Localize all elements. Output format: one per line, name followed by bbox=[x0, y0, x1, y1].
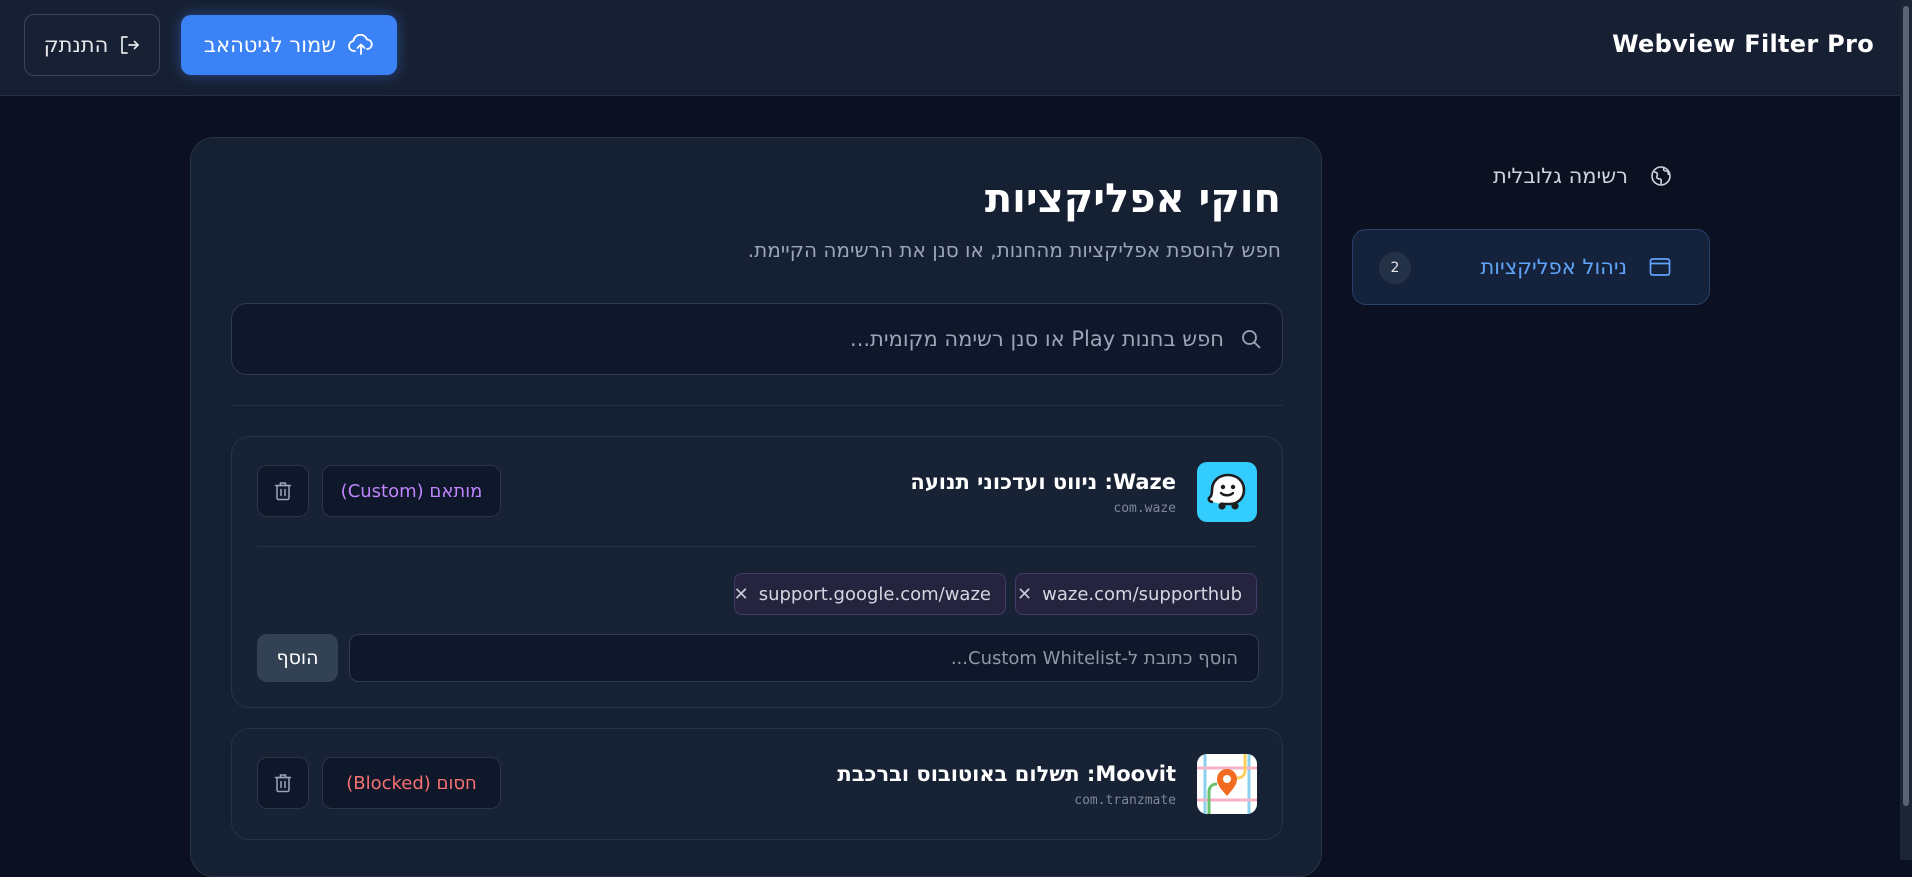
sidebar-item-label: רשימה גלובלית bbox=[1493, 164, 1628, 188]
app-brand: Webview Filter Pro bbox=[1612, 30, 1874, 58]
cloud-upload-icon bbox=[348, 34, 374, 56]
waze-app-icon bbox=[1197, 462, 1257, 522]
remove-chip-icon[interactable]: ✕ bbox=[734, 584, 749, 605]
whitelist-url: waze.com/supporthub bbox=[1042, 583, 1242, 605]
remove-chip-icon[interactable]: ✕ bbox=[1017, 584, 1032, 605]
logout-button[interactable]: התנתק bbox=[24, 14, 160, 76]
whitelist-chip: support.google.com/waze ✕ bbox=[734, 573, 1006, 615]
window-icon bbox=[1649, 257, 1671, 277]
trash-icon bbox=[274, 773, 292, 793]
page-title: חוקי אפליקציות bbox=[984, 176, 1281, 222]
search-icon bbox=[1240, 328, 1262, 350]
save-button-label: שמור לגיטהאב bbox=[203, 33, 337, 57]
search-input[interactable]: חפש בחנות Play או סנן רשימה מקומית... bbox=[231, 303, 1283, 375]
sidebar-item-global-list[interactable]: רשימה גלובלית bbox=[1352, 152, 1710, 200]
status-badge[interactable]: חסום (Blocked) bbox=[322, 757, 501, 809]
sidebar-item-app-management[interactable]: ניהול אפליקציות 2 bbox=[1352, 229, 1710, 305]
trash-icon bbox=[274, 481, 292, 501]
logout-button-label: התנתק bbox=[43, 33, 109, 57]
card-divider bbox=[257, 546, 1257, 547]
page-subtitle: חפש להוספת אפליקציות מהחנות, או סנן את ה… bbox=[747, 238, 1281, 262]
app-rules-panel: חוקי אפליקציות חפש להוספת אפליקציות מהחנ… bbox=[190, 137, 1322, 877]
status-badge[interactable]: מותאם (Custom) bbox=[322, 465, 501, 517]
app-card-moovit: Moovit: תשלום באוטובוס וברכבת com.tranzm… bbox=[231, 728, 1283, 840]
app-package: com.tranzmate bbox=[1074, 793, 1176, 808]
app-card-waze: Waze: ניווט ועדכוני תנועה com.waze מותאם… bbox=[231, 436, 1283, 708]
scrollbar-thumb[interactable] bbox=[1903, 6, 1909, 806]
app-package: com.waze bbox=[1113, 501, 1176, 516]
delete-button[interactable] bbox=[257, 465, 309, 517]
app-count-badge: 2 bbox=[1379, 252, 1411, 284]
app-name: Moovit: תשלום באוטובוס וברכבת bbox=[837, 762, 1176, 786]
sidebar-item-label: ניהול אפליקציות bbox=[1480, 255, 1627, 279]
whitelist-url-input[interactable]: הוסף כתובת ל-Custom Whitelist... bbox=[349, 634, 1259, 682]
whitelist-url: support.google.com/waze bbox=[758, 583, 991, 605]
save-to-github-button[interactable]: שמור לגיטהאב bbox=[181, 15, 397, 75]
moovit-app-icon bbox=[1197, 754, 1257, 814]
globe-icon bbox=[1650, 165, 1672, 187]
whitelist-chip: waze.com/supporthub ✕ bbox=[1015, 573, 1257, 615]
delete-button[interactable] bbox=[257, 757, 309, 809]
add-url-button[interactable]: הוסף bbox=[257, 634, 338, 682]
page-scrollbar[interactable] bbox=[1900, 0, 1912, 860]
search-placeholder: חפש בחנות Play או סנן רשימה מקומית... bbox=[850, 327, 1224, 351]
divider bbox=[231, 405, 1283, 406]
logout-icon bbox=[118, 34, 140, 56]
app-name: Waze: ניווט ועדכוני תנועה bbox=[910, 470, 1176, 494]
top-header: Webview Filter Pro שמור לגיטהאב התנתק bbox=[0, 0, 1912, 96]
